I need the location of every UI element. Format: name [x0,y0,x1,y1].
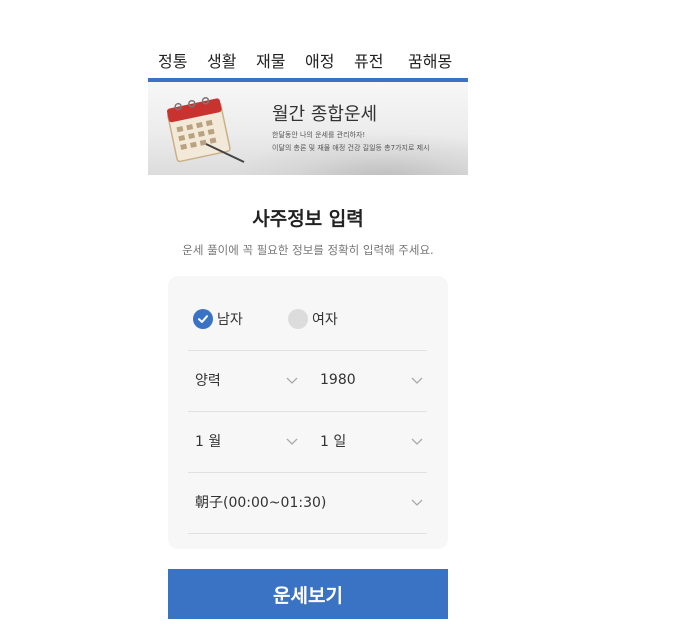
birth-year-value: 1980 [320,372,356,388]
check-icon [193,309,213,329]
monthly-fortune-banner: 월간 종합운세 한달동안 나의 운세를 관리하자! 이달의 총론 및 재물 애정… [148,82,468,175]
fortune-category-tabs: 정통 생활 재물 애정 퓨전 꿈해몽 [148,40,468,82]
page-subtitle: 운세 풀이에 꼭 필요한 정보를 정확히 입력해 주세요. [182,243,434,257]
chevron-down-icon [411,377,423,384]
gender-radio-male[interactable]: 남자 [193,309,243,329]
gender-male-label: 남자 [217,312,243,328]
calendar-illustration [166,97,245,163]
saju-info-form: 남자 여자 양력 1980 1 월 1 일 朝子(00:00~01:30) [168,276,448,549]
tab-wealth[interactable]: 재물 [256,48,285,72]
divider [188,533,427,534]
tab-life[interactable]: 생활 [207,48,236,72]
view-fortune-button[interactable]: 운세보기 [168,569,448,619]
gender-radio-female[interactable]: 여자 [288,309,338,329]
banner-title: 월간 종합운세 [272,104,378,125]
tab-love[interactable]: 애정 [305,48,334,72]
chevron-down-icon [411,438,423,445]
gender-female-label: 여자 [312,312,338,328]
page-title: 사주정보 입력 [252,208,364,230]
birth-hour-value: 朝子(00:00~01:30) [195,495,327,511]
calendar-type-select[interactable]: 양력 [195,350,299,410]
radio-unchecked-icon [288,309,308,329]
tab-dream[interactable]: 꿈해몽 [408,48,452,72]
tab-fusion[interactable]: 퓨전 [354,48,383,72]
birth-month-select[interactable]: 1 월 [195,411,299,471]
chevron-down-icon [286,438,298,445]
birth-day-select[interactable]: 1 일 [320,411,424,471]
birth-hour-select[interactable]: 朝子(00:00~01:30) [195,472,424,532]
chevron-down-icon [286,377,298,384]
birth-year-select[interactable]: 1980 [320,350,424,410]
birth-day-value: 1 일 [320,434,347,450]
banner-description-line-2: 이달의 총론 및 재물 애정 건강 길일등 총7가지로 제시 [272,144,430,152]
chevron-down-icon [411,499,423,506]
calendar-type-value: 양력 [195,373,221,389]
birth-month-value: 1 월 [195,434,222,450]
banner-description-line-1: 한달동안 나의 운세를 관리하자! [272,131,366,139]
tab-traditional[interactable]: 정통 [158,48,187,72]
